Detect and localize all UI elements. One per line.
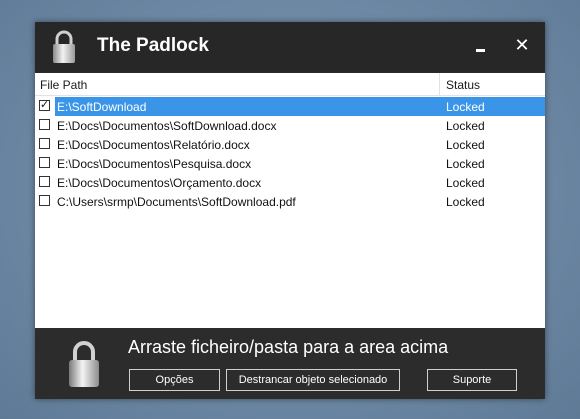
status-cell[interactable]: Locked bbox=[439, 154, 545, 173]
footer-panel: Arraste ficheiro/pasta para a area acima… bbox=[35, 328, 545, 399]
support-button[interactable]: Suporte bbox=[427, 369, 517, 391]
file-path-text: E:\SoftDownload bbox=[57, 100, 147, 114]
close-button[interactable]: ✕ bbox=[508, 32, 536, 60]
status-text: Locked bbox=[446, 100, 485, 114]
title-bar[interactable]: The Padlock ✕ bbox=[35, 22, 545, 72]
file-path-text: E:\Docs\Documentos\Relatório.docx bbox=[57, 138, 250, 152]
column-header-file-path[interactable]: File Path bbox=[40, 78, 87, 92]
list-item[interactable]: ✓ E:\SoftDownload Locked bbox=[35, 97, 545, 116]
row-checkbox[interactable] bbox=[39, 176, 50, 187]
padlock-icon bbox=[53, 30, 75, 63]
list-item[interactable]: E:\Docs\Documentos\SoftDownload.docx Lock… bbox=[35, 116, 545, 135]
app-window: The Padlock ✕ File Path Status ✓ E:\SoftD… bbox=[35, 22, 545, 399]
file-path-text: E:\Docs\Documentos\Orçamento.docx bbox=[57, 176, 262, 190]
list-item[interactable]: E:\Docs\Documentos\Pesquisa.docx Locked bbox=[35, 154, 545, 173]
status-cell[interactable]: Locked bbox=[439, 116, 545, 135]
status-cell[interactable]: Locked bbox=[439, 135, 545, 154]
status-text: Locked bbox=[446, 157, 485, 171]
options-button[interactable]: Opções bbox=[129, 369, 220, 391]
row-checkbox[interactable]: ✓ bbox=[39, 100, 50, 111]
status-cell[interactable]: Locked bbox=[439, 97, 545, 116]
path-cell[interactable]: C:\Users\srmp\Documents\SoftDownload.pdf bbox=[55, 192, 439, 211]
row-checkbox[interactable] bbox=[39, 157, 50, 168]
path-cell[interactable]: E:\SoftDownload bbox=[55, 97, 439, 116]
list-item[interactable]: E:\Docs\Documentos\Relatório.docx Locked bbox=[35, 135, 545, 154]
file-path-text: C:\Users\srmp\Documents\SoftDownload.pdf bbox=[57, 195, 296, 209]
list-header: File Path Status bbox=[35, 73, 545, 96]
app-title: The Padlock bbox=[97, 35, 209, 56]
padlock-icon bbox=[69, 341, 99, 387]
row-checkbox[interactable] bbox=[39, 119, 50, 130]
minimize-button[interactable] bbox=[467, 32, 495, 60]
drop-instruction: Arraste ficheiro/pasta para a area acima bbox=[128, 337, 449, 357]
list-item[interactable]: C:\Users\srmp\Documents\SoftDownload.pdf… bbox=[35, 192, 545, 211]
column-divider[interactable] bbox=[439, 73, 440, 95]
path-cell[interactable]: E:\Docs\Documentos\Relatório.docx bbox=[55, 135, 439, 154]
path-cell[interactable]: E:\Docs\Documentos\SoftDownload.docx bbox=[55, 116, 439, 135]
path-cell[interactable]: E:\Docs\Documentos\Pesquisa.docx bbox=[55, 154, 439, 173]
status-text: Locked bbox=[446, 176, 485, 190]
status-text: Locked bbox=[446, 138, 485, 152]
row-checkbox[interactable] bbox=[39, 138, 50, 149]
path-cell[interactable]: E:\Docs\Documentos\Orçamento.docx bbox=[55, 173, 439, 192]
status-cell[interactable]: Locked bbox=[439, 192, 545, 211]
status-cell[interactable]: Locked bbox=[439, 173, 545, 192]
status-text: Locked bbox=[446, 195, 485, 209]
list-item[interactable]: E:\Docs\Documentos\Orçamento.docx Locked bbox=[35, 173, 545, 192]
column-header-status[interactable]: Status bbox=[446, 78, 480, 92]
file-path-text: E:\Docs\Documentos\Pesquisa.docx bbox=[57, 157, 252, 171]
status-text: Locked bbox=[446, 119, 485, 133]
unlock-selected-button[interactable]: Destrancar objeto selecionado bbox=[226, 369, 400, 391]
file-path-text: E:\Docs\Documentos\SoftDownload.docx bbox=[57, 119, 277, 133]
locked-items-list[interactable]: File Path Status ✓ E:\SoftDownload Locked E… bbox=[35, 73, 545, 328]
row-checkbox[interactable] bbox=[39, 195, 50, 206]
list-rows: ✓ E:\SoftDownload Locked E:\Docs\Documentos… bbox=[35, 97, 545, 211]
